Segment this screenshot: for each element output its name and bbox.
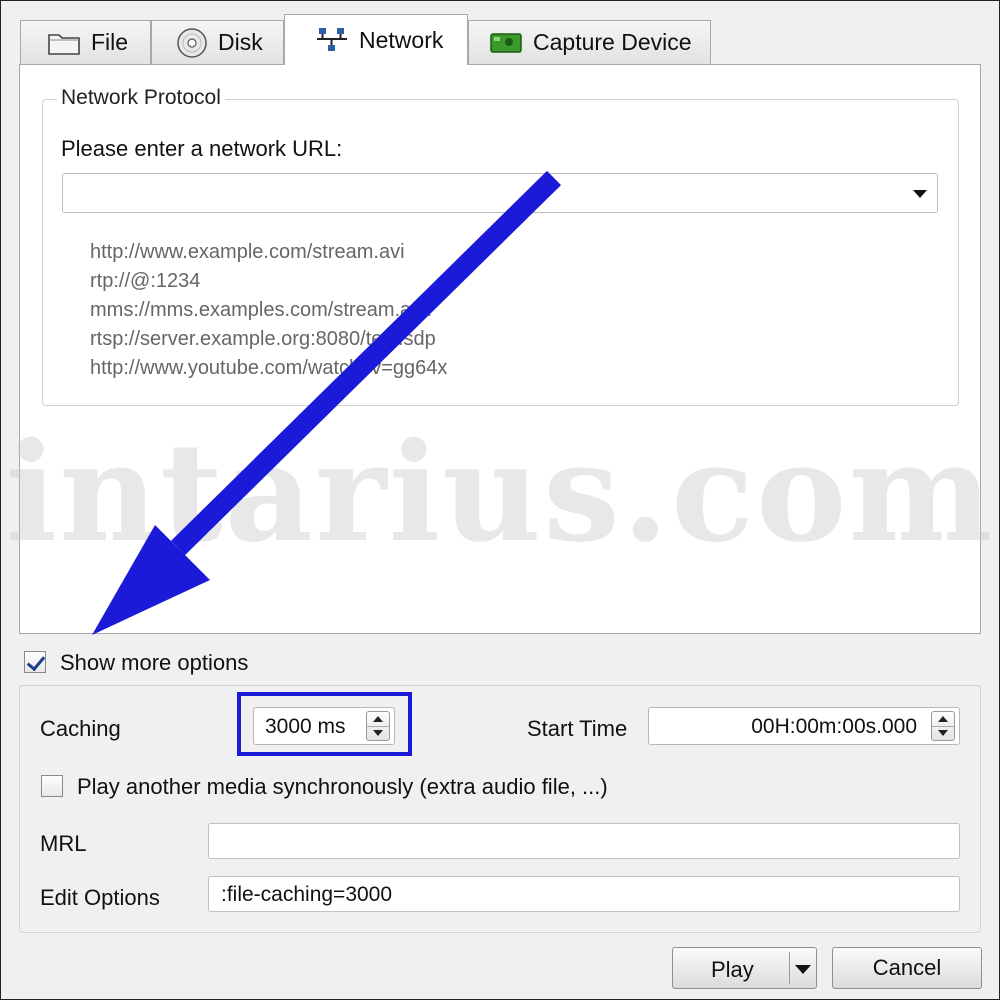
show-more-options-label: Show more options (60, 650, 249, 675)
example-url: http://www.example.com/stream.avi (90, 241, 405, 263)
url-examples: http://www.example.com/stream.avi rtp://… (90, 238, 447, 383)
play-button-label: Play (711, 957, 754, 982)
dropdown-arrow-icon[interactable] (913, 190, 927, 198)
tab-network-label: Network (359, 26, 444, 53)
network-panel: Network Protocol Please enter a network … (19, 64, 981, 634)
start-time-increment-icon[interactable] (932, 712, 954, 727)
network-protocol-group: Network Protocol Please enter a network … (42, 86, 959, 406)
play-sync-label: Play another media synchronously (extra … (77, 774, 608, 799)
cancel-button[interactable]: Cancel (832, 947, 982, 989)
tab-capture-device-label: Capture Device (533, 29, 692, 55)
tab-disk-label: Disk (218, 29, 263, 55)
example-url: rtp://@:1234 (90, 270, 201, 292)
capture-device-icon (489, 30, 523, 56)
network-icon (315, 25, 349, 55)
advanced-options-panel: Caching 3000 ms Start Time 00H:00m:00s.0… (19, 685, 981, 933)
group-title: Network Protocol (57, 86, 225, 110)
caching-spinbox[interactable]: 3000 ms (253, 707, 395, 745)
start-time-decrement-icon[interactable] (932, 726, 954, 740)
caching-value: 3000 ms (265, 715, 346, 738)
network-url-combobox[interactable] (62, 173, 938, 213)
example-url: http://www.youtube.com/watch?v=gg64x (90, 357, 448, 379)
play-button[interactable]: Play (672, 947, 817, 989)
example-url: mms://mms.examples.com/stream.asx (90, 299, 432, 321)
start-time-spin-buttons (931, 711, 955, 741)
caching-label: Caching (40, 716, 121, 741)
caching-decrement-icon[interactable] (367, 726, 389, 740)
tab-file-label: File (91, 29, 129, 55)
play-button-separator (789, 952, 790, 984)
network-url-input[interactable] (69, 178, 893, 210)
edit-options-field[interactable] (208, 876, 960, 912)
edit-options-label: Edit Options (40, 885, 160, 910)
caching-increment-icon[interactable] (367, 712, 389, 727)
play-dropdown-arrow-icon[interactable] (795, 965, 811, 974)
tab-network[interactable]: Network (284, 14, 468, 65)
tab-disk[interactable]: Disk (151, 20, 284, 64)
play-sync-checkbox[interactable] (41, 775, 63, 797)
folder-icon (47, 30, 81, 56)
mrl-field[interactable] (208, 823, 960, 859)
url-label: Please enter a network URL: (61, 136, 343, 161)
start-time-value: 00H:00m:00s.000 (751, 715, 917, 738)
edit-options-input[interactable] (219, 881, 923, 909)
tab-capture-device[interactable]: Capture Device (468, 20, 711, 64)
mrl-label: MRL (40, 831, 87, 856)
start-time-label: Start Time (527, 716, 628, 741)
caching-spin-buttons (366, 711, 390, 741)
cancel-button-label: Cancel (872, 955, 942, 980)
disc-icon (176, 27, 208, 59)
example-url: rtsp://server.example.org:8080/test.sdp (90, 328, 436, 350)
start-time-spinbox[interactable]: 00H:00m:00s.000 (648, 707, 960, 745)
mrl-input[interactable] (219, 828, 923, 856)
tab-file[interactable]: File (20, 20, 151, 64)
show-more-options-checkbox[interactable] (24, 651, 46, 673)
